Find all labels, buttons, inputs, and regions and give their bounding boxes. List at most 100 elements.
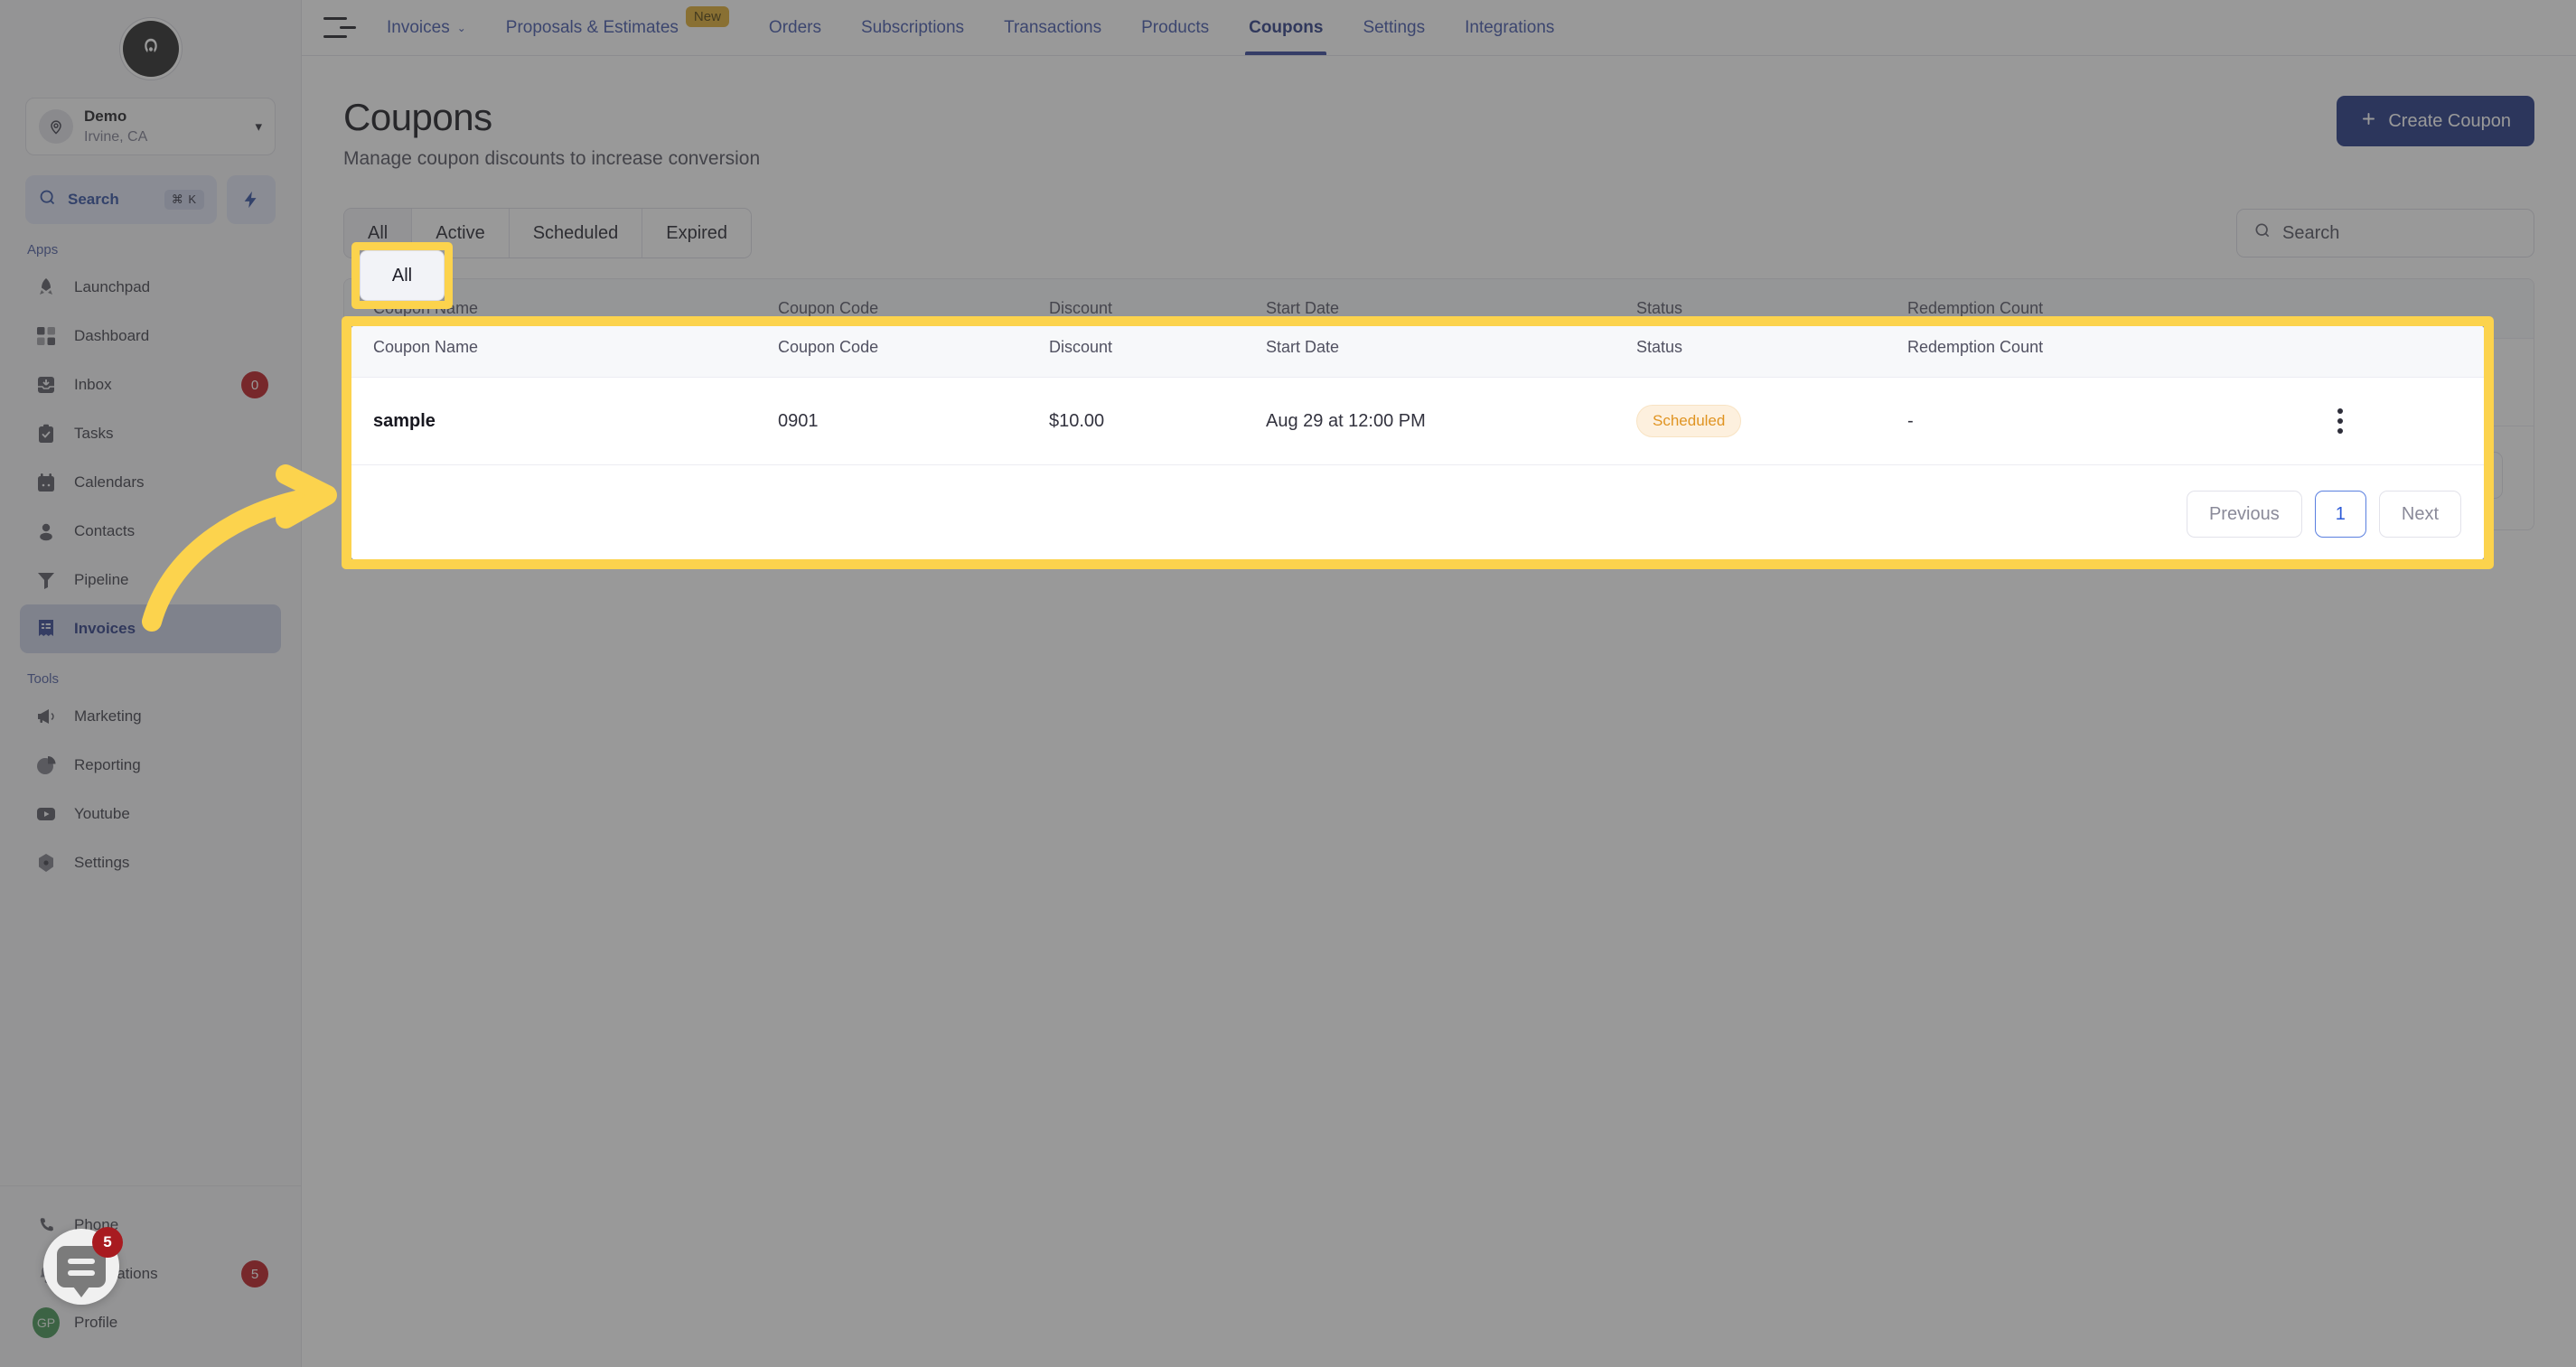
grid-icon <box>33 323 60 350</box>
sidebar-section-label-tools: Tools <box>27 671 60 687</box>
inbox-badge: 0 <box>241 371 268 398</box>
sidebar-item-dashboard[interactable]: Dashboard <box>20 312 281 360</box>
avatar: GP <box>33 1307 60 1338</box>
tab-products[interactable]: Products <box>1121 0 1229 55</box>
sidebar-item-label: Marketing <box>74 707 142 725</box>
highlight-cutout-tab-all[interactable]: All <box>360 250 445 301</box>
location-sublabel: Irvine, CA <box>84 128 148 145</box>
coupons-table-card-highlighted: Coupon Name Coupon Code Discount Start D… <box>351 326 2484 559</box>
tab-label: Invoices <box>387 17 450 37</box>
sidebar-item-label: Invoices <box>74 620 136 637</box>
tab-integrations[interactable]: Integrations <box>1445 0 1574 55</box>
sidebar-item-label: Pipeline <box>74 571 129 588</box>
table-row-copy[interactable]: sample 0901 $10.00 Aug 29 at 12:00 PM Sc… <box>351 377 2484 465</box>
app-root: Demo Irvine, CA ▾ Search ⌘ K Apps Launch… <box>0 0 2576 1367</box>
location-selector[interactable]: Demo Irvine, CA ▾ <box>25 98 276 155</box>
top-tabs: Invoices ⌄ Proposals & Estimates New Ord… <box>367 0 1574 55</box>
pagination-copy: Previous 1 Next <box>351 465 2484 559</box>
sidebar-item-label: Settings <box>74 854 130 871</box>
column-header-coupon-code-copy: Coupon Code <box>778 326 1049 378</box>
sidebar-item-profile[interactable]: GP Profile <box>20 1298 281 1347</box>
page-number-button-1-copy[interactable]: 1 <box>2314 491 2366 538</box>
plus-icon <box>2360 110 2377 133</box>
phone-icon <box>33 1212 60 1239</box>
filter-tab-expired[interactable]: Expired <box>642 209 752 257</box>
search-input[interactable]: Search ⌘ K <box>25 175 217 224</box>
search-icon <box>38 188 57 211</box>
search-icon <box>2253 221 2272 245</box>
tab-label: Transactions <box>1004 17 1102 37</box>
sidebar-item-tasks[interactable]: Tasks <box>20 409 281 458</box>
coupon-search-input[interactable]: Search <box>2236 209 2534 257</box>
cell-discount-copy: $10.00 <box>1049 377 1266 465</box>
sidebar-item-calendars[interactable]: Calendars <box>20 458 281 507</box>
filter-tab-scheduled[interactable]: Scheduled <box>509 209 643 257</box>
sidebar-item-settings[interactable]: Settings <box>20 838 281 887</box>
create-coupon-button[interactable]: Create Coupon <box>2337 96 2534 146</box>
cell-redemption-count-copy: - <box>1907 377 2224 465</box>
gear-icon <box>33 849 60 876</box>
tab-label: Integrations <box>1465 17 1555 37</box>
create-coupon-label: Create Coupon <box>2388 110 2511 131</box>
inbox-icon <box>33 371 60 398</box>
tab-label: Products <box>1141 17 1210 37</box>
table-header-row-copy: Coupon Name Coupon Code Discount Start D… <box>351 326 2484 378</box>
status-badge-copy: Scheduled <box>1636 405 1742 437</box>
location-pin-icon <box>39 109 73 144</box>
tab-label: Settings <box>1363 17 1426 37</box>
cell-start-date-copy: Aug 29 at 12:00 PM <box>1266 377 1636 465</box>
topbar: Invoices ⌄ Proposals & Estimates New Ord… <box>302 0 2576 56</box>
sidebar-item-youtube[interactable]: Youtube <box>20 790 281 838</box>
sidebar-item-launchpad[interactable]: Launchpad <box>20 263 281 312</box>
sidebar: Demo Irvine, CA ▾ Search ⌘ K Apps Launch… <box>0 0 302 1367</box>
sidebar-item-reporting[interactable]: Reporting <box>20 741 281 790</box>
new-badge: New <box>685 6 729 27</box>
sidebar-item-label: Launchpad <box>74 278 151 295</box>
location-name: Demo <box>84 108 127 126</box>
tab-orders[interactable]: Orders <box>749 0 841 55</box>
tab-coupons[interactable]: Coupons <box>1229 0 1343 55</box>
tab-label: Coupons <box>1249 17 1324 37</box>
next-page-button-copy[interactable]: Next <box>2378 491 2461 538</box>
column-header-start-date-copy: Start Date <box>1266 326 1636 378</box>
sidebar-item-contacts[interactable]: Contacts <box>20 507 281 556</box>
coupons-table-copy: Coupon Name Coupon Code Discount Start D… <box>351 326 2484 465</box>
hamburger-icon[interactable] <box>314 0 356 55</box>
funnel-icon <box>33 566 60 594</box>
sidebar-item-pipeline[interactable]: Pipeline <box>20 556 281 604</box>
search-label: Search <box>68 191 119 208</box>
sidebar-item-label: Youtube <box>74 805 130 822</box>
sidebar-nav-apps: Launchpad Dashboard Inbox 0 Tasks Calend… <box>0 263 301 653</box>
calendar-icon <box>33 469 60 496</box>
avatar-icon: GP <box>33 1307 60 1338</box>
page-subtitle: Manage coupon discounts to increase conv… <box>343 148 761 169</box>
sidebar-item-label: Reporting <box>74 756 141 773</box>
tab-proposals-estimates[interactable]: Proposals & Estimates New <box>486 0 749 55</box>
logo-a-icon[interactable] <box>122 21 179 77</box>
invoice-icon <box>33 615 60 642</box>
sidebar-nav-tools: Marketing Reporting Youtube Settings <box>0 692 301 887</box>
megaphone-icon <box>33 703 60 730</box>
column-header-actions-copy <box>2224 326 2484 378</box>
chat-widget[interactable]: 5 <box>43 1227 123 1305</box>
chevron-down-icon: ▾ <box>255 119 262 135</box>
previous-page-button-copy[interactable]: Previous <box>2186 491 2302 538</box>
highlight-cutout-table: Coupon Name Coupon Code Discount Start D… <box>351 326 2484 559</box>
filter-toolbar: All Active Scheduled Expired Search <box>302 170 2576 258</box>
tab-settings[interactable]: Settings <box>1343 0 1445 55</box>
chevron-down-icon: ⌄ <box>456 21 466 34</box>
sidebar-item-inbox[interactable]: Inbox 0 <box>20 360 281 409</box>
sidebar-item-invoices[interactable]: Invoices <box>20 604 281 653</box>
page-header-text: Coupons Manage coupon discounts to incre… <box>343 96 760 170</box>
notifications-badge: 5 <box>241 1260 268 1287</box>
sidebar-section-label-apps: Apps <box>27 242 59 257</box>
lightning-bolt-icon[interactable] <box>227 175 276 224</box>
tab-transactions[interactable]: Transactions <box>984 0 1121 55</box>
main-area: Invoices ⌄ Proposals & Estimates New Ord… <box>302 0 2576 1367</box>
tab-invoices[interactable]: Invoices ⌄ <box>367 0 486 55</box>
kebab-menu-icon-copy[interactable] <box>2224 408 2456 434</box>
page-header: Coupons Manage coupon discounts to incre… <box>302 56 2576 170</box>
user-icon <box>33 518 60 545</box>
tab-subscriptions[interactable]: Subscriptions <box>841 0 984 55</box>
sidebar-item-marketing[interactable]: Marketing <box>20 692 281 741</box>
